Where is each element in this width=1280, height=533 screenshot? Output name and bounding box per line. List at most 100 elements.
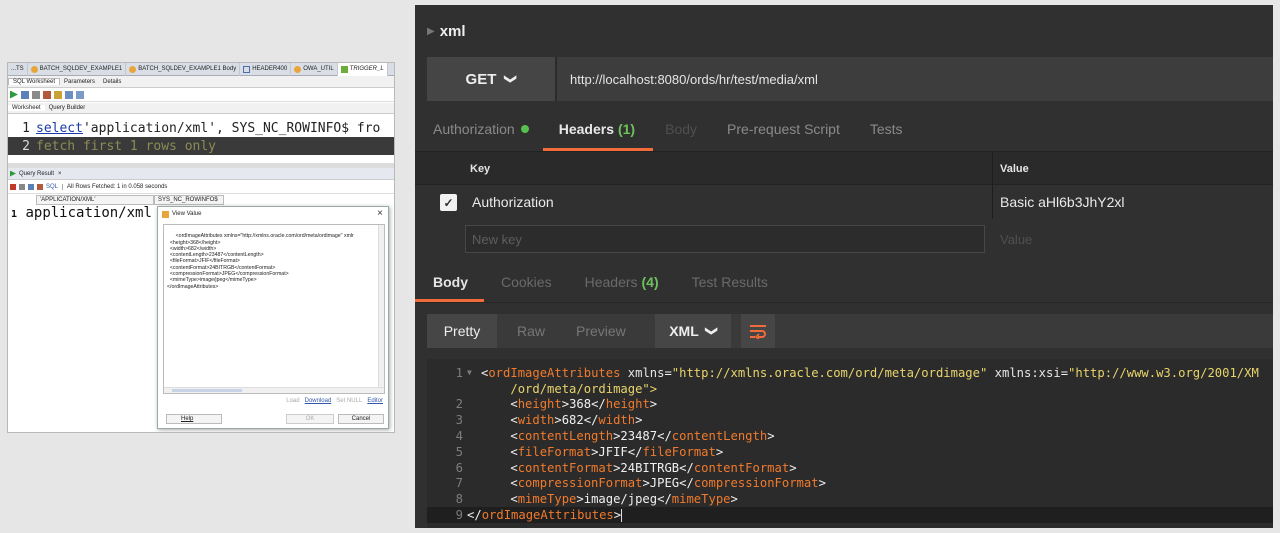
result-grid-header: 'APPLICATION/XML' SYS_NC_ROWINFO$ bbox=[8, 195, 394, 205]
tab-label: Body bbox=[433, 273, 468, 290]
sql-text: fetch first 1 rows only bbox=[36, 138, 217, 154]
line-number: 1 bbox=[455, 365, 463, 380]
close-icon[interactable]: × bbox=[58, 171, 62, 177]
pin-icon[interactable] bbox=[10, 184, 16, 190]
column-header[interactable]: SYS_NC_ROWINFO$ bbox=[154, 195, 224, 205]
print-icon[interactable] bbox=[19, 184, 25, 190]
editor-link[interactable]: Editor bbox=[367, 398, 383, 404]
scroll-thumb[interactable] bbox=[172, 389, 242, 392]
tab-query-result[interactable]: Query Result bbox=[19, 171, 54, 177]
doc-tab[interactable]: HEADER400 bbox=[240, 63, 292, 76]
url-bar: GET ❯ http://localhost:8080/ords/hr/test… bbox=[427, 57, 1273, 101]
column-divider bbox=[992, 185, 993, 219]
wrap-lines-button[interactable] bbox=[741, 314, 775, 348]
tab-worksheet[interactable]: Worksheet bbox=[8, 105, 45, 111]
tab-sql-worksheet[interactable]: SQL Worksheet bbox=[8, 78, 61, 85]
new-key-input[interactable]: New key bbox=[465, 225, 985, 253]
tab-tests[interactable]: Tests bbox=[870, 107, 903, 151]
column-header[interactable]: 'APPLICATION/XML' bbox=[36, 195, 154, 205]
doc-tab[interactable]: OWA_UTIL bbox=[291, 63, 338, 76]
code-line: /ord/meta/ordimage"> bbox=[510, 381, 658, 396]
line-number: 1 bbox=[22, 120, 30, 136]
tab-response-headers[interactable]: Headers (4) bbox=[585, 261, 659, 302]
tab-body[interactable]: Body bbox=[665, 107, 697, 151]
preview-button[interactable]: Preview bbox=[576, 314, 626, 348]
horizontal-scrollbar[interactable] bbox=[164, 387, 384, 393]
line-number: 4 bbox=[455, 429, 463, 444]
status-dot-icon bbox=[520, 125, 529, 133]
result-toolbar: SQL All Rows Fetched: 1 in 0.058 seconds bbox=[8, 181, 394, 194]
doc-tab[interactable]: ...TS bbox=[8, 63, 28, 76]
tab-label: Body bbox=[665, 121, 698, 137]
doc-tab-label: BATCH_SQLDEV_EXAMPLE1 bbox=[39, 66, 123, 72]
tab-count: (4) bbox=[641, 273, 659, 290]
result-cell[interactable]: 1 application/xml bbox=[11, 205, 152, 221]
tab-response-body[interactable]: Body bbox=[415, 261, 484, 302]
query-result-tabbar: Query Result × bbox=[8, 168, 394, 180]
value-textarea[interactable]: <ordImageAttributes xmlns="http://xmlns.… bbox=[163, 224, 385, 394]
builder-tabs: Worksheet Query Builder bbox=[8, 103, 394, 114]
help-button[interactable]: Help bbox=[166, 414, 222, 424]
row-number: 1 bbox=[11, 209, 18, 220]
expand-arrow-icon[interactable]: ▶ bbox=[427, 26, 435, 37]
new-value-input[interactable]: Value bbox=[1000, 225, 1032, 253]
request-name[interactable]: xml bbox=[440, 23, 466, 40]
xml-content: <ordImageAttributes xmlns="http://xmlns.… bbox=[167, 233, 354, 290]
format-bar: Pretty Raw Preview XML ❯ bbox=[427, 314, 1273, 348]
header-key[interactable]: Authorization bbox=[472, 185, 554, 219]
run-icon[interactable] bbox=[10, 90, 18, 99]
view-value-dialog: View Value × <ordImageAttributes xmlns="… bbox=[157, 206, 389, 429]
value-column-header: Value bbox=[1000, 163, 1029, 175]
close-icon[interactable]: × bbox=[377, 208, 383, 219]
method-select[interactable]: GET ❯ bbox=[427, 57, 557, 101]
format-icon[interactable] bbox=[54, 90, 62, 99]
line-number: 5 bbox=[455, 444, 463, 459]
explain-icon[interactable] bbox=[65, 90, 73, 99]
package-icon bbox=[294, 65, 302, 73]
rollback-icon[interactable] bbox=[43, 90, 51, 99]
tab-label: Pre-request Script bbox=[727, 121, 840, 137]
doc-tab[interactable]: TRIGGER_L bbox=[337, 63, 388, 76]
table-icon bbox=[243, 65, 251, 73]
dialog-links: Load Download Set NULL Editor bbox=[286, 398, 383, 404]
doc-tab-label: OWA_UTIL bbox=[303, 66, 334, 72]
sql-link[interactable]: SQL bbox=[46, 184, 58, 190]
raw-button[interactable]: Raw bbox=[517, 314, 545, 348]
tab-pre-request-script[interactable]: Pre-request Script bbox=[727, 107, 840, 151]
tab-cookies[interactable]: Cookies bbox=[501, 261, 552, 302]
cancel-button[interactable]: Cancel bbox=[338, 414, 384, 424]
format-type-select[interactable]: XML ❯ bbox=[655, 314, 731, 348]
commit-icon[interactable] bbox=[32, 90, 40, 99]
code-line: 4 < contentLength >23487 </contentLength > bbox=[427, 428, 1273, 444]
tab-headers[interactable]: Headers (1) bbox=[542, 107, 654, 151]
doc-tab-label: ...TS bbox=[11, 66, 24, 72]
tab-test-results[interactable]: Test Results bbox=[692, 261, 768, 302]
tab-authorization[interactable]: Authorization bbox=[433, 107, 529, 151]
doc-tab[interactable]: BATCH_SQLDEV_EXAMPLE1 bbox=[28, 63, 127, 76]
download-link[interactable]: Download bbox=[305, 398, 332, 404]
response-code-view[interactable]: 1 ▼ < ordImageAttributes xmlns = "http://xmln… bbox=[427, 359, 1273, 528]
set-null-link[interactable]: Set NULL bbox=[336, 398, 362, 404]
header-value[interactable]: Basic aHl6b3JhY2xl bbox=[1000, 185, 1125, 219]
ok-button[interactable]: OK bbox=[286, 414, 334, 424]
sql-editor[interactable]: 1 select 'application/xml', SYS_NC_ROWIN… bbox=[8, 115, 394, 163]
export-icon[interactable] bbox=[37, 184, 43, 190]
save-icon[interactable] bbox=[76, 90, 84, 99]
refresh-icon[interactable] bbox=[28, 184, 34, 190]
editor-line: 1 select 'application/xml', SYS_NC_ROWIN… bbox=[8, 119, 394, 137]
text-cursor bbox=[621, 508, 623, 522]
run-script-icon[interactable] bbox=[21, 90, 29, 99]
load-link[interactable]: Load bbox=[286, 398, 299, 404]
enable-checkbox[interactable]: ✓ bbox=[440, 194, 457, 211]
url-input[interactable]: http://localhost:8080/ords/hr/test/media… bbox=[570, 57, 818, 101]
tab-details[interactable]: Details bbox=[99, 79, 125, 85]
fold-arrow-icon[interactable]: ▼ bbox=[467, 368, 481, 377]
pretty-button[interactable]: Pretty bbox=[427, 314, 497, 348]
tab-parameters[interactable]: Parameters bbox=[60, 79, 99, 85]
header-row: ✓ Authorization Basic aHl6b3JhY2xl bbox=[415, 185, 1273, 219]
doc-tab[interactable]: BATCH_SQLDEV_EXAMPLE1 Body bbox=[126, 63, 241, 76]
tab-query-builder[interactable]: Query Builder bbox=[45, 105, 90, 111]
format-type-label: XML bbox=[669, 323, 699, 339]
doc-tab-label: BATCH_SQLDEV_EXAMPLE1 Body bbox=[138, 66, 237, 72]
vertical-scrollbar[interactable] bbox=[378, 225, 384, 393]
